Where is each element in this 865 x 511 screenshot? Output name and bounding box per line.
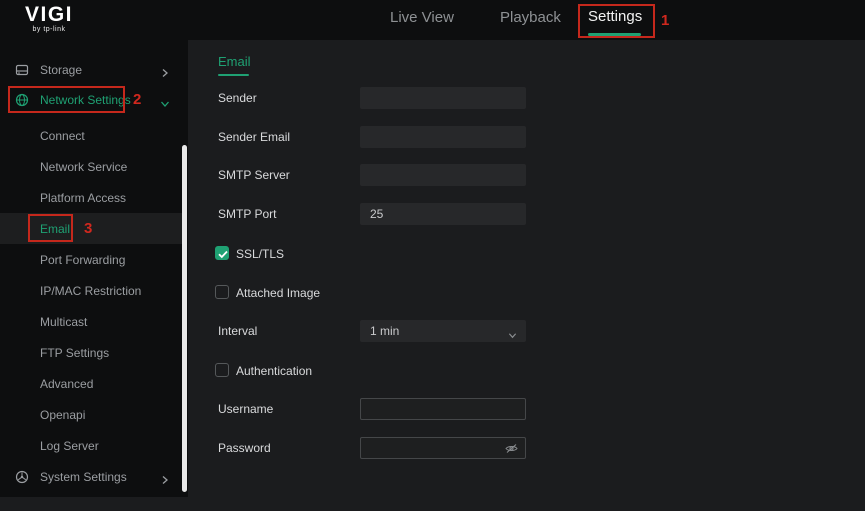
sidebar-item-multicast[interactable]: Multicast	[0, 306, 182, 337]
interval-value: 1 min	[370, 324, 399, 338]
sidebar-item-log-server[interactable]: Log Server	[0, 430, 182, 461]
sidebar-item-label: Connect	[40, 129, 85, 143]
eye-slash-icon[interactable]	[504, 441, 519, 456]
password-input[interactable]	[360, 437, 526, 459]
sidebar-item-label: Storage	[40, 63, 82, 77]
annotation-number-1: 1	[661, 12, 669, 29]
email-tab-underline	[218, 74, 249, 76]
tab-email-section[interactable]: Email	[218, 54, 251, 69]
attached-image-label: Attached Image	[236, 286, 320, 300]
app-window: VIGI by tp-link Live View Playback Setti…	[0, 0, 865, 511]
sidebar-item-system-settings[interactable]: System Settings	[0, 465, 188, 489]
chevron-right-icon	[160, 472, 170, 482]
logo-text: VIGI	[25, 4, 73, 26]
smtp-server-label: SMTP Server	[218, 168, 290, 182]
chevron-right-icon	[160, 65, 170, 75]
sidebar-item-ftp-settings[interactable]: FTP Settings	[0, 337, 182, 368]
settings-tab-underline	[588, 33, 641, 36]
password-label: Password	[218, 441, 271, 455]
authentication-checkbox[interactable]	[215, 363, 229, 377]
interval-label: Interval	[218, 324, 257, 338]
sidebar-item-label: Platform Access	[40, 191, 126, 205]
sidebar-item-platform-access[interactable]: Platform Access	[0, 182, 182, 213]
checkmark-icon	[216, 247, 230, 261]
attached-image-checkbox[interactable]	[215, 285, 229, 299]
sidebar-item-network-service[interactable]: Network Service	[0, 151, 182, 182]
system-settings-icon	[15, 470, 29, 484]
sidebar-item-label: Log Server	[40, 439, 99, 453]
sidebar-item-network-settings[interactable]: Network Settings	[0, 88, 188, 112]
tab-live-view[interactable]: Live View	[390, 9, 454, 26]
sidebar-item-storage[interactable]: Storage	[0, 58, 188, 82]
ssl-tls-label: SSL/TLS	[236, 247, 284, 261]
sidebar-item-label: Email	[40, 222, 70, 236]
sidebar-item-label: Port Forwarding	[40, 253, 125, 267]
username-label: Username	[218, 402, 273, 416]
logo-subtext: by tp-link	[25, 26, 73, 33]
username-input[interactable]	[360, 398, 526, 420]
sidebar: Storage Network Settings 2 Connect Netwo…	[0, 40, 188, 497]
globe-icon	[15, 93, 29, 107]
email-settings-panel: Email Sender Sender Email SMTP Server SM…	[188, 40, 865, 511]
sidebar-item-label: Openapi	[40, 408, 85, 422]
sidebar-item-label: Network Service	[40, 160, 127, 174]
storage-icon	[15, 63, 29, 77]
top-bar: VIGI by tp-link Live View Playback Setti…	[0, 0, 865, 40]
sidebar-item-label: Network Settings	[40, 93, 131, 107]
chevron-down-icon	[160, 96, 170, 106]
sidebar-item-connect[interactable]: Connect	[0, 120, 182, 151]
sidebar-item-openapi[interactable]: Openapi	[0, 399, 182, 430]
sidebar-item-label: Advanced	[40, 377, 93, 391]
sidebar-item-advanced[interactable]: Advanced	[0, 368, 182, 399]
interval-dropdown[interactable]: 1 min	[360, 320, 526, 342]
sender-input[interactable]	[360, 87, 526, 109]
vigi-logo: VIGI by tp-link	[25, 4, 73, 33]
sender-email-input[interactable]	[360, 126, 526, 148]
chevron-down-icon	[508, 327, 517, 345]
password-field	[360, 437, 526, 459]
sidebar-scrollbar[interactable]	[182, 145, 187, 492]
sidebar-item-label: FTP Settings	[40, 346, 109, 360]
sidebar-item-label: Multicast	[40, 315, 87, 329]
smtp-port-input[interactable]	[360, 203, 526, 225]
tab-settings[interactable]: Settings	[588, 8, 642, 25]
smtp-server-input[interactable]	[360, 164, 526, 186]
sidebar-item-port-forwarding[interactable]: Port Forwarding	[0, 244, 182, 275]
sidebar-item-ip-mac-restriction[interactable]: IP/MAC Restriction	[0, 275, 182, 306]
annotation-number-2: 2	[133, 91, 141, 108]
sender-email-label: Sender Email	[218, 130, 290, 144]
annotation-number-3: 3	[84, 220, 92, 237]
sidebar-item-label: IP/MAC Restriction	[40, 284, 141, 298]
ssl-tls-checkbox[interactable]	[215, 246, 229, 260]
tab-playback[interactable]: Playback	[500, 9, 561, 26]
smtp-port-label: SMTP Port	[218, 207, 276, 221]
sidebar-item-label: System Settings	[40, 470, 127, 484]
sender-label: Sender	[218, 91, 257, 105]
authentication-label: Authentication	[236, 364, 312, 378]
